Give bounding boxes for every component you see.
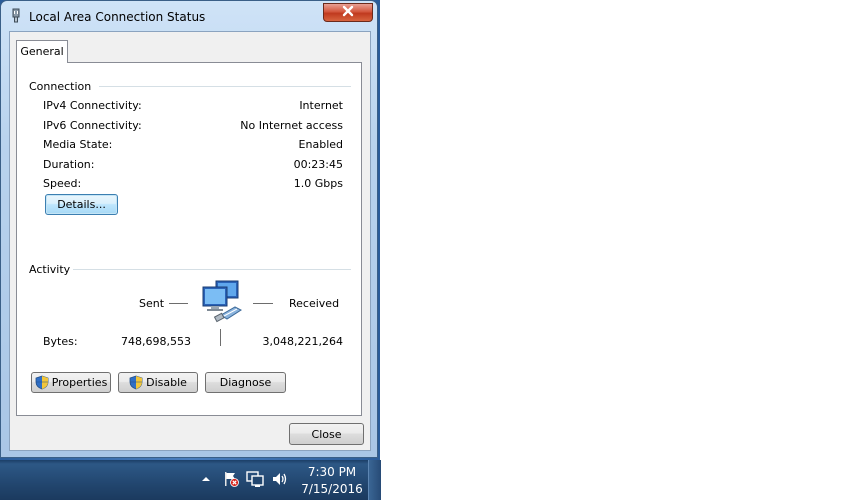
activity-group-heading: Activity	[29, 263, 71, 276]
speed-value: 1.0 Gbps	[293, 177, 343, 190]
taskbar-clock[interactable]: 7:30 PM 7/15/2016	[300, 464, 364, 498]
title-close-button[interactable]	[323, 3, 373, 22]
ipv4-label: IPv4 Connectivity:	[43, 99, 142, 112]
connection-group-heading: Connection	[29, 80, 92, 93]
bytes-received-value: 3,048,221,264	[262, 335, 343, 348]
bytes-separator	[220, 329, 221, 346]
duration-value: 00:23:45	[293, 158, 343, 171]
properties-button[interactable]: Properties	[31, 372, 111, 393]
ipv6-value: No Internet access	[240, 119, 343, 132]
properties-label: Properties	[51, 376, 108, 389]
window-title: Local Area Connection Status	[29, 10, 206, 24]
network-icon[interactable]	[246, 470, 264, 488]
sent-label: Sent	[139, 297, 165, 310]
details-button[interactable]: Details...	[45, 194, 118, 215]
bytes-sent-value: 748,698,553	[121, 335, 191, 348]
taskbar: 7:30 PM 7/15/2016	[0, 460, 381, 500]
disable-button[interactable]: Disable	[118, 372, 198, 393]
volume-icon[interactable]	[271, 470, 289, 488]
clock-time: 7:30 PM	[307, 465, 357, 479]
received-line	[253, 303, 273, 304]
general-tab-panel: Connection IPv4 Connectivity: Internet I…	[16, 62, 362, 416]
bytes-label: Bytes:	[43, 335, 78, 348]
network-activity-icon	[201, 279, 247, 325]
diagnose-button[interactable]: Diagnose	[205, 372, 286, 393]
activity-divider	[73, 269, 351, 271]
show-desktop-button[interactable]	[368, 460, 381, 500]
speed-label: Speed:	[43, 177, 82, 190]
sent-line	[169, 303, 188, 304]
ipv6-label: IPv6 Connectivity:	[43, 119, 142, 132]
action-center-flag-icon[interactable]	[222, 470, 240, 488]
uac-shield-icon	[35, 375, 49, 390]
duration-label: Duration:	[43, 158, 95, 171]
show-hidden-icons-arrow[interactable]	[200, 473, 212, 485]
clock-date: 7/15/2016	[301, 482, 363, 496]
title-bar[interactable]: Local Area Connection Status	[1, 1, 377, 31]
ipv4-value: Internet	[299, 99, 343, 112]
close-icon	[341, 5, 355, 20]
connection-divider	[99, 86, 351, 88]
network-adapter-icon	[9, 8, 23, 24]
status-dialog: Local Area Connection Status General Con…	[0, 0, 378, 458]
tab-general[interactable]: General	[16, 40, 68, 63]
dialog-client-area: General Connection IPv4 Connectivity: In…	[9, 31, 371, 451]
media-state-value: Enabled	[298, 138, 343, 151]
uac-shield-icon	[129, 375, 143, 390]
disable-label: Disable	[146, 376, 187, 389]
media-state-label: Media State:	[43, 138, 113, 151]
close-button[interactable]: Close	[289, 423, 364, 445]
received-label: Received	[289, 297, 340, 310]
